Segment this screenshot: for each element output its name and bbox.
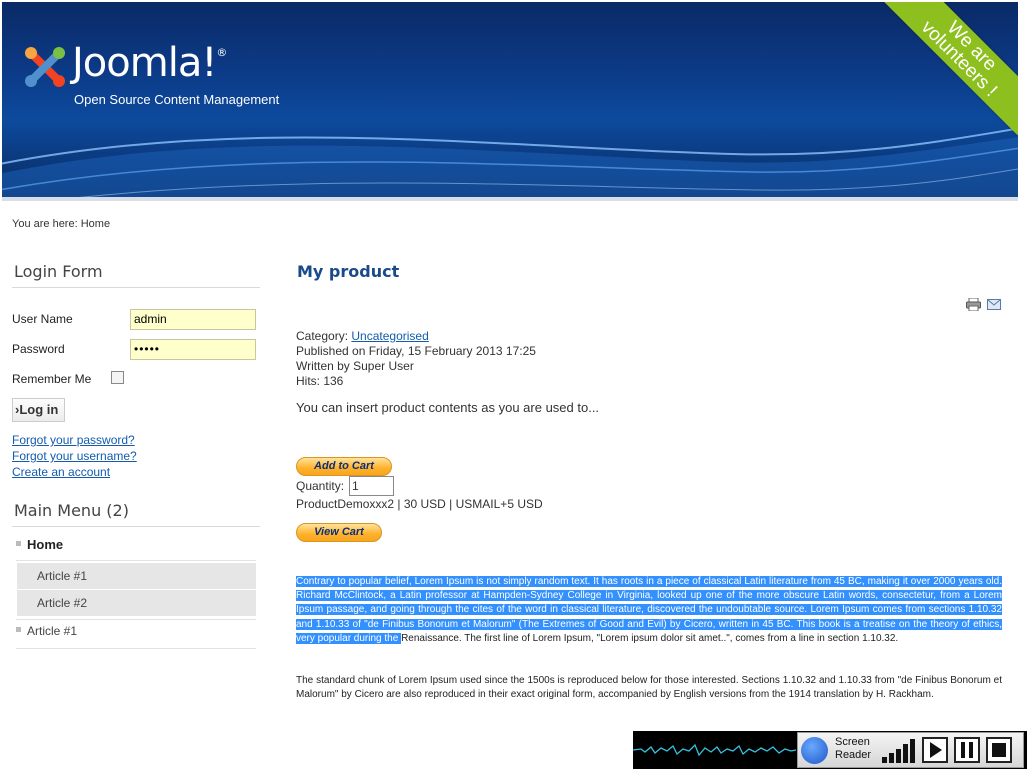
screen-reader-label-line-1: Screen (835, 736, 870, 748)
screen-reader-label-line-2: Reader (835, 749, 872, 761)
forgot-password-link[interactable]: Forgot your password? (12, 433, 135, 447)
breadcrumb: You are here: Home (12, 218, 110, 230)
header-swoosh-decoration (2, 127, 1018, 198)
screen-reader-panel: Screen Reader (797, 732, 1024, 768)
breadcrumb-current: Home (80, 218, 111, 230)
main-menu-divider (12, 526, 260, 527)
audio-waveform (633, 743, 796, 757)
view-cart-button[interactable]: View Cart (296, 523, 382, 542)
joomla-logo-icon (25, 47, 65, 87)
stop-icon (992, 743, 1006, 757)
create-account-link[interactable]: Create an account (12, 465, 110, 479)
article-hits: Hits: 136 (296, 374, 344, 388)
pause-button[interactable] (954, 737, 980, 763)
site-header: Joomla!® Open Source Content Management … (2, 2, 1018, 198)
product-details: ProductDemoxxx2 | 30 USD | USMAIL+5 USD (296, 497, 543, 511)
article-paragraph-1: Contrary to popular belief, Lorem Ipsum … (296, 575, 1002, 646)
category-label: Category: (296, 329, 349, 343)
screen-reader-label: Screen Reader (835, 736, 871, 762)
stop-button[interactable] (986, 737, 1012, 763)
password-input[interactable]: ••••• (130, 339, 256, 360)
volume-bars-icon[interactable] (882, 739, 916, 763)
menu-item-article-1[interactable]: Article #1 (16, 624, 77, 638)
main-menu-title: Main Menu (2) (14, 501, 129, 520)
remember-me-checkbox[interactable] (111, 371, 124, 384)
play-icon (930, 742, 942, 758)
bullet-icon (16, 541, 21, 547)
quantity-input[interactable]: 1 (349, 476, 394, 496)
article-paragraph-2: The standard chunk of Lorem Ipsum used s… (296, 675, 1002, 701)
username-label: User Name (12, 312, 73, 326)
print-icon[interactable] (966, 298, 981, 311)
article-intro: You can insert product contents as you a… (296, 400, 600, 415)
category-link[interactable]: Uncategorised (351, 329, 428, 343)
menu-item-home[interactable]: Home (16, 537, 256, 559)
article-title[interactable]: My product (297, 262, 399, 281)
unselected-text: Renaissance. The first line of Lorem Ips… (401, 632, 899, 644)
accessibility-person-icon[interactable] (801, 737, 828, 764)
login-form-title: Login Form (14, 262, 103, 281)
email-icon[interactable] (987, 299, 1001, 310)
menu-divider (16, 619, 256, 620)
quantity-label: Quantity: (296, 479, 345, 493)
add-to-cart-button[interactable]: Add to Cart (296, 457, 392, 476)
menu-item-home-label: Home (27, 537, 64, 552)
header-bottom-border (2, 197, 1018, 201)
login-title-divider (12, 287, 260, 288)
logo-text: Joomla!® (72, 40, 227, 86)
menu-subitem-article-1[interactable]: Article #1 (17, 563, 256, 589)
pause-icon (961, 742, 973, 758)
forgot-username-link[interactable]: Forgot your username? (12, 449, 137, 463)
menu-divider (16, 560, 256, 561)
password-label: Password (12, 342, 65, 356)
article-category: Category: Uncategorised (296, 329, 429, 343)
username-input[interactable]: admin (130, 309, 256, 330)
login-button[interactable]: ›Log in (12, 398, 65, 422)
menu-divider (16, 648, 256, 649)
play-button[interactable] (922, 737, 948, 763)
screen-reader-toolbar: Screen Reader (633, 731, 1027, 769)
menu-subitem-article-2[interactable]: Article #2 (17, 590, 256, 616)
tagline: Open Source Content Management (74, 92, 280, 107)
menu-item-article-1-label: Article #1 (27, 624, 78, 638)
remember-me-label: Remember Me (12, 372, 92, 386)
breadcrumb-prefix: You are here: (12, 218, 78, 230)
bullet-icon (16, 627, 21, 633)
article-author: Written by Super User (296, 359, 414, 373)
article-published: Published on Friday, 15 February 2013 17… (296, 344, 536, 358)
